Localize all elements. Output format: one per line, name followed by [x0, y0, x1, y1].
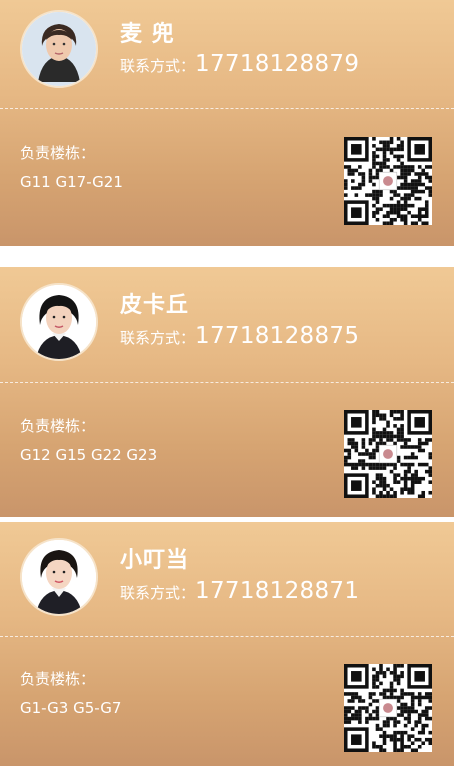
building-label: 负责楼栋：: [20, 670, 96, 688]
divider: [0, 636, 454, 637]
phone-number[interactable]: 17718128879: [195, 51, 359, 77]
building-list: G11 G17-G21: [20, 173, 123, 191]
divider: [0, 382, 454, 383]
contact-card: 小叮当 联系方式：17718128871 负责楼栋： G1-G3 G5-G7: [0, 522, 454, 766]
qr-code-icon: [344, 137, 432, 225]
contact-name: 麦 兜: [120, 22, 175, 47]
building-list: G12 G15 G22 G23: [20, 446, 158, 464]
contact-card: 皮卡丘 联系方式：17718128875 负责楼栋： G12 G15 G22 G…: [0, 267, 454, 517]
contact-label: 联系方式：: [120, 57, 196, 75]
contact-name: 皮卡丘: [120, 293, 190, 318]
contact-line: 联系方式：17718128879: [120, 51, 359, 77]
divider: [0, 108, 454, 109]
avatar: [20, 10, 98, 88]
qr-code-icon: [344, 664, 432, 752]
contact-label: 联系方式：: [120, 329, 196, 347]
contact-line: 联系方式：17718128871: [120, 578, 359, 604]
building-list: G1-G3 G5-G7: [20, 699, 122, 717]
contact-card: 麦 兜 联系方式：17718128879 负责楼栋： G11 G17-G21: [0, 0, 454, 246]
building-label: 负责楼栋：: [20, 417, 96, 435]
avatar: [20, 538, 98, 616]
building-label: 负责楼栋：: [20, 144, 96, 162]
phone-number[interactable]: 17718128875: [195, 323, 359, 349]
avatar: [20, 283, 98, 361]
contact-line: 联系方式：17718128875: [120, 323, 359, 349]
phone-number[interactable]: 17718128871: [195, 578, 359, 604]
contact-label: 联系方式：: [120, 584, 196, 602]
contact-name: 小叮当: [120, 548, 190, 573]
qr-code-icon: [344, 410, 432, 498]
